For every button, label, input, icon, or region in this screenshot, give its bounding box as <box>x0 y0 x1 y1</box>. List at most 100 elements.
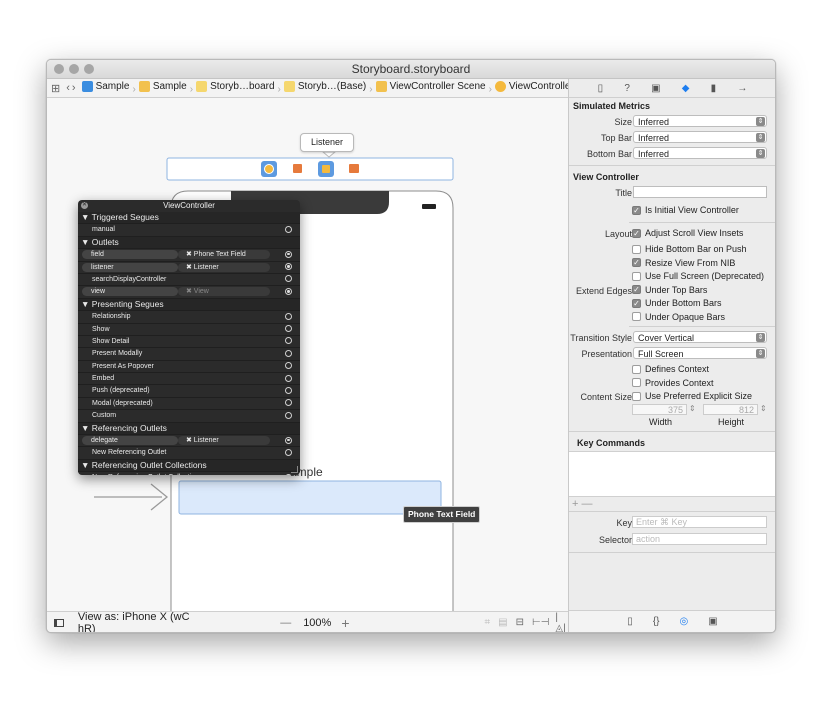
connections-panel[interactable]: ✕ ViewController ▼ Triggered Segues manua… <box>78 200 300 475</box>
breadcrumb-item[interactable]: Sample <box>137 81 189 92</box>
connection-circle-icon[interactable] <box>285 473 292 475</box>
provides-context-checkbox[interactable]: Provides Context <box>632 378 714 388</box>
storyboard-canvas[interactable]: Listener ample Phone Text Field ✕ ViewCo… <box>47 98 568 611</box>
height-stepper[interactable]: ⇕ <box>760 404 767 413</box>
hide-bottom-bar-checkbox[interactable]: Hide Bottom Bar on Push <box>632 244 747 254</box>
connection-row[interactable]: New Referencing Outlet <box>78 447 300 460</box>
connections-section-header[interactable]: ▼ Outlets <box>78 236 300 250</box>
connection-circle-icon[interactable] <box>285 225 292 233</box>
connection-circle-icon[interactable] <box>285 362 292 370</box>
outlet-target[interactable]: ✖ View <box>178 287 270 297</box>
connection-row[interactable]: Custom <box>78 410 300 423</box>
outlet-target[interactable]: ✖ Listener <box>178 262 270 272</box>
connections-section-header[interactable]: ▼ Triggered Segues <box>78 212 300 225</box>
resize-handle-icon[interactable] <box>291 466 298 473</box>
add-constraints-icon[interactable]: ⊢⊣ <box>532 617 549 628</box>
embed-in-icon[interactable]: ▤ <box>498 617 507 628</box>
scene-dock[interactable] <box>166 157 454 181</box>
media-library-icon[interactable]: ▣ <box>708 616 717 627</box>
minimize-window-button[interactable] <box>69 64 79 74</box>
connection-row[interactable]: Present Modally <box>78 348 300 361</box>
file-template-library-icon[interactable]: ▯ <box>627 616 633 627</box>
outlet-target[interactable]: ✖ Listener <box>178 436 270 446</box>
connection-circle-icon[interactable] <box>285 374 292 382</box>
connection-circle-icon[interactable] <box>285 349 292 357</box>
object-library-icon[interactable]: ◎ <box>680 616 689 627</box>
under-bottom-bars-checkbox[interactable]: ✓ Under Bottom Bars <box>632 298 722 308</box>
connection-circle-icon[interactable] <box>285 275 292 283</box>
initial-vc-checkbox[interactable]: ✓ Is Initial View Controller <box>632 205 739 215</box>
breadcrumb-item[interactable]: Storyb…(Base) <box>282 81 368 92</box>
connection-row[interactable]: Relationship <box>78 311 300 324</box>
zoom-window-button[interactable] <box>84 64 94 74</box>
width-stepper[interactable]: ⇕ <box>689 404 696 413</box>
add-remove-key-command[interactable]: + — <box>569 497 775 511</box>
under-opaque-bars-checkbox[interactable]: Under Opaque Bars <box>632 312 725 322</box>
close-panel-icon[interactable]: ✕ <box>81 202 88 209</box>
connection-row[interactable]: searchDisplayController <box>78 274 300 287</box>
connection-row[interactable]: Embed <box>78 373 300 386</box>
connection-circle-icon[interactable] <box>285 325 292 333</box>
connection-circle-icon[interactable] <box>285 312 292 320</box>
attributes-inspector-icon[interactable]: ◆ <box>682 83 690 94</box>
connection-circle-icon[interactable] <box>285 287 292 295</box>
connection-circle-icon[interactable] <box>285 263 292 271</box>
title-field[interactable] <box>633 186 767 198</box>
transition-style-popup[interactable]: Cover Vertical ⇕ <box>633 331 767 343</box>
selector-field[interactable]: action <box>632 533 767 545</box>
connection-circle-icon[interactable] <box>285 386 292 394</box>
resolve-issues-icon[interactable]: |◬| <box>555 612 568 633</box>
defines-context-checkbox[interactable]: Defines Context <box>632 364 709 374</box>
outlet-target[interactable]: ✖ Phone Text Field <box>178 250 270 260</box>
breadcrumb-item[interactable]: Storyb…board <box>194 81 276 92</box>
zoom-out-button[interactable]: — <box>280 617 291 629</box>
connection-row[interactable]: Show <box>78 324 300 336</box>
zoom-level[interactable]: 100% <box>303 617 331 629</box>
top-bar-popup[interactable]: Inferred ⇕ <box>633 131 767 143</box>
preferred-size-checkbox[interactable]: Use Preferred Explicit Size <box>632 391 752 401</box>
connection-row[interactable]: New Referencing Outlet Collection <box>78 472 300 475</box>
close-window-button[interactable] <box>54 64 64 74</box>
resize-nib-checkbox[interactable]: ✓ Resize View From NIB <box>632 258 735 268</box>
full-screen-checkbox[interactable]: Use Full Screen (Deprecated) <box>632 271 764 281</box>
size-inspector-icon[interactable]: ▮ <box>711 83 717 94</box>
connections-inspector-icon[interactable]: → <box>737 83 747 94</box>
back-arrow-icon[interactable]: ‹ <box>66 82 70 94</box>
connection-row[interactable]: Push (deprecated) <box>78 385 300 398</box>
connections-section-header[interactable]: ▼ Referencing Outlet Collections <box>78 459 300 473</box>
connection-row[interactable]: Present As Popover <box>78 361 300 374</box>
quick-help-icon[interactable]: ? <box>624 83 630 94</box>
adjust-insets-checkbox[interactable]: ✓ Adjust Scroll View Insets <box>632 228 743 238</box>
connection-circle-icon[interactable] <box>285 448 292 456</box>
bottom-bar-popup[interactable]: Inferred ⇕ <box>633 147 767 159</box>
breadcrumb-item[interactable]: Sample <box>80 81 132 92</box>
connection-circle-icon[interactable] <box>285 399 292 407</box>
breadcrumb-item[interactable]: ViewController Scene <box>374 81 488 92</box>
file-inspector-icon[interactable]: ▯ <box>598 83 604 94</box>
phone-text-field[interactable] <box>178 480 442 515</box>
connections-section-header[interactable]: ▼ Presenting Segues <box>78 298 300 312</box>
update-frames-icon[interactable]: ⌗ <box>485 617 491 628</box>
exit-icon[interactable] <box>349 164 359 173</box>
connection-row[interactable]: manual <box>78 224 300 237</box>
width-field[interactable]: 375 <box>632 404 687 415</box>
connection-row[interactable]: Show Detail <box>78 336 300 349</box>
connection-row[interactable]: listener ✖ Listener <box>78 262 300 274</box>
connection-row[interactable]: view ✖ View <box>78 286 300 299</box>
connection-circle-icon[interactable] <box>285 436 292 444</box>
connection-row[interactable]: delegate ✖ Listener <box>78 435 300 448</box>
connection-circle-icon[interactable] <box>285 411 292 419</box>
under-top-bars-checkbox[interactable]: ✓ Under Top Bars <box>632 285 707 295</box>
related-items-icon[interactable]: ⊞ <box>51 82 60 95</box>
zoom-in-button[interactable]: + <box>341 615 349 631</box>
align-icon[interactable]: ⊟ <box>516 617 524 628</box>
height-field[interactable]: 812 <box>703 404 758 415</box>
device-selector[interactable]: View as: iPhone X (wC hR) <box>78 611 207 633</box>
connections-section-header[interactable]: ▼ Referencing Outlets <box>78 422 300 436</box>
code-snippet-library-icon[interactable]: {} <box>653 616 660 627</box>
connection-row[interactable]: Modal (deprecated) <box>78 398 300 411</box>
presentation-popup[interactable]: Full Screen ⇕ <box>633 347 767 359</box>
key-commands-list[interactable] <box>569 451 775 497</box>
size-popup[interactable]: Inferred ⇕ <box>633 115 767 127</box>
identity-inspector-icon[interactable]: ▣ <box>651 83 660 94</box>
